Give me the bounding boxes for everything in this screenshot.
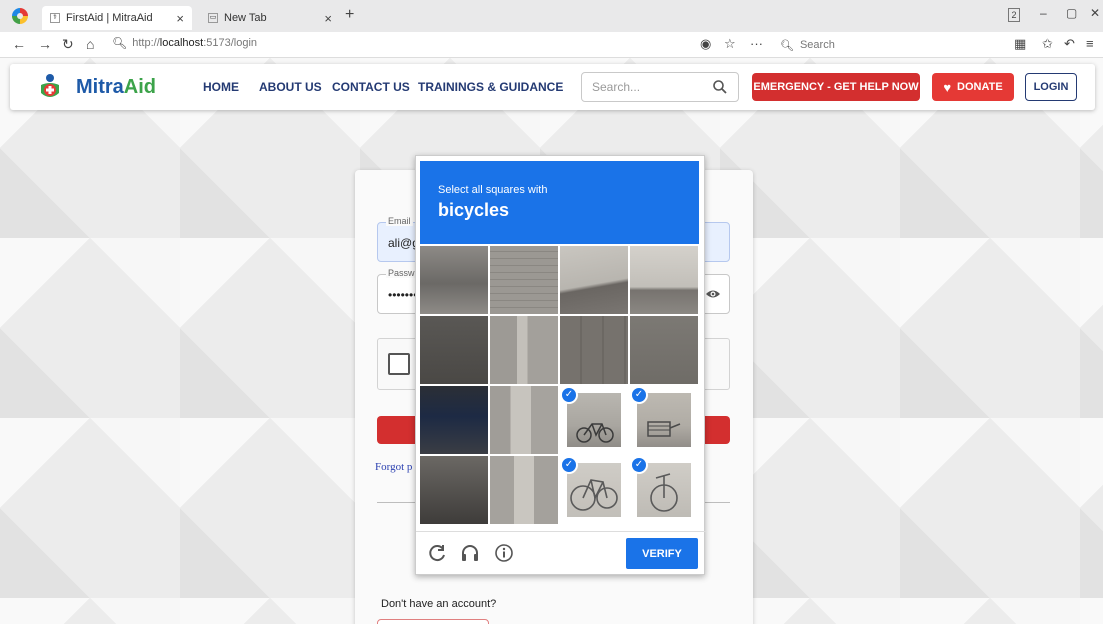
brand-name[interactable]: MitraAid bbox=[76, 75, 156, 99]
tab-close-icon[interactable]: × bbox=[176, 11, 184, 26]
register-button[interactable] bbox=[377, 619, 489, 624]
recaptcha-instruction: Select all squares with bbox=[438, 184, 548, 196]
nav-home[interactable]: HOME bbox=[203, 80, 239, 94]
url-protocol: http:// bbox=[132, 37, 160, 49]
tab-favicon-icon: ▭ bbox=[208, 13, 218, 23]
info-icon[interactable] bbox=[494, 543, 514, 563]
captcha-tile-selected[interactable]: ✓ bbox=[630, 386, 698, 454]
favorites-icon[interactable]: ✩ bbox=[1042, 36, 1053, 52]
bicycle-basket-icon bbox=[647, 421, 681, 437]
recaptcha-header: Select all squares with bicycles bbox=[420, 161, 699, 244]
window-count-badge[interactable]: 2 bbox=[1008, 8, 1020, 22]
menu-icon[interactable]: ≡ bbox=[1086, 36, 1094, 52]
captcha-tile-selected[interactable]: ✓ bbox=[630, 456, 698, 524]
selected-check-icon: ✓ bbox=[560, 386, 578, 404]
bicycle-icon bbox=[576, 423, 614, 443]
url-path: :5173/login bbox=[203, 37, 258, 49]
page-content: MitraAid HOME ABOUT US CONTACT US TRAINI… bbox=[0, 58, 1103, 624]
password-label: Passw bbox=[386, 268, 417, 278]
verify-label: VERIFY bbox=[642, 547, 682, 560]
close-window-icon[interactable]: ✕ bbox=[1090, 6, 1100, 20]
tab-mitraaid[interactable]: ⚕ FirstAid | MitraAid × bbox=[42, 6, 192, 30]
back-icon[interactable]: ← bbox=[12, 36, 26, 52]
home-icon[interactable]: ⌂ bbox=[86, 36, 94, 52]
site-search-input[interactable] bbox=[592, 79, 702, 95]
tab-close-icon[interactable]: × bbox=[324, 11, 332, 26]
captcha-tile-selected[interactable]: ✓ bbox=[560, 456, 628, 524]
browser-search-field[interactable]: 🔍︎ Search bbox=[780, 36, 990, 54]
captcha-tile[interactable] bbox=[420, 386, 488, 454]
captcha-tile[interactable] bbox=[420, 456, 488, 524]
recaptcha-footer: VERIFY bbox=[416, 531, 706, 576]
verify-button[interactable]: VERIFY bbox=[626, 538, 698, 569]
emergency-button[interactable]: EMERGENCY - GET HELP NOW bbox=[752, 73, 920, 101]
tracking-shield-icon[interactable]: ◉ bbox=[700, 36, 711, 52]
address-bar: ← → ↻ ⌂ 🔍︎ http://localhost:5173/login ◉… bbox=[0, 32, 1103, 58]
selected-check-icon: ✓ bbox=[630, 456, 648, 474]
bicycle-icon bbox=[650, 473, 678, 512]
tab-title: FirstAid | MitraAid bbox=[66, 12, 153, 24]
tab-new-tab[interactable]: ▭ New Tab × bbox=[200, 6, 340, 30]
recaptcha-target-object: bicycles bbox=[438, 200, 510, 220]
forgot-password-link[interactable]: Forgot p bbox=[375, 461, 412, 473]
bicycle-icon bbox=[570, 479, 618, 511]
nav-about-us[interactable]: ABOUT US bbox=[259, 80, 322, 94]
tab-favicon-icon: ⚕ bbox=[50, 13, 60, 23]
captcha-tile[interactable] bbox=[420, 246, 488, 314]
emergency-label: EMERGENCY - GET HELP NOW bbox=[753, 81, 919, 93]
minimize-icon[interactable]: – bbox=[1040, 6, 1047, 20]
url-search-icon: 🔍︎ bbox=[112, 36, 128, 50]
site-navbar: MitraAid HOME ABOUT US CONTACT US TRAINI… bbox=[10, 64, 1095, 110]
login-button[interactable]: LOGIN bbox=[1025, 73, 1077, 101]
site-search bbox=[581, 72, 739, 102]
brand-part-mitra: Mitra bbox=[76, 76, 124, 98]
captcha-tile[interactable] bbox=[560, 246, 628, 314]
restore-icon[interactable]: ▢ bbox=[1066, 6, 1077, 20]
heart-icon: ♥ bbox=[943, 79, 952, 95]
forward-icon[interactable]: → bbox=[38, 36, 52, 52]
captcha-tile[interactable] bbox=[490, 386, 558, 454]
captcha-tile[interactable] bbox=[560, 316, 628, 384]
selected-check-icon: ✓ bbox=[630, 386, 648, 404]
captcha-tile[interactable] bbox=[630, 246, 698, 314]
browser-search-placeholder: Search bbox=[799, 39, 835, 51]
brand-part-aid: Aid bbox=[123, 76, 157, 98]
search-icon[interactable] bbox=[712, 79, 728, 95]
bookmark-star-icon[interactable]: ☆ bbox=[724, 36, 736, 52]
browser-logo-icon[interactable] bbox=[12, 8, 28, 24]
recaptcha-checkbox[interactable] bbox=[388, 353, 410, 375]
nav-contact-us[interactable]: CONTACT US bbox=[332, 80, 410, 94]
selected-check-icon: ✓ bbox=[560, 456, 578, 474]
donate-button[interactable]: ♥ DONATE bbox=[932, 73, 1014, 101]
recaptcha-image-grid: ✓ ✓ ✓ ✓ bbox=[420, 246, 699, 526]
recaptcha-challenge: Select all squares with bicycles ✓ ✓ ✓ ✓… bbox=[415, 155, 706, 576]
captcha-tile[interactable] bbox=[490, 456, 558, 524]
mitraaid-logo-icon[interactable] bbox=[38, 73, 62, 101]
reload-icon[interactable] bbox=[428, 543, 448, 563]
extensions-grid-icon[interactable]: ▦ bbox=[1014, 36, 1026, 52]
history-back-icon[interactable]: ↶ bbox=[1064, 36, 1075, 52]
show-password-eye-icon[interactable] bbox=[705, 287, 721, 301]
captcha-tile[interactable] bbox=[490, 316, 558, 384]
nav-trainings-guidance[interactable]: TRAININGS & GUIDANCE bbox=[418, 80, 563, 94]
more-actions-icon[interactable]: ··· bbox=[750, 36, 763, 52]
captcha-tile-selected[interactable]: ✓ bbox=[560, 386, 628, 454]
reload-icon[interactable]: ↻ bbox=[62, 36, 74, 52]
url-host: localhost bbox=[159, 37, 204, 49]
audio-headphones-icon[interactable] bbox=[460, 543, 480, 563]
donate-label: DONATE bbox=[957, 81, 1003, 93]
login-label: LOGIN bbox=[1033, 81, 1069, 93]
no-account-text: Don't have an account? bbox=[381, 598, 497, 610]
tab-title: New Tab bbox=[224, 12, 267, 24]
captcha-tile[interactable] bbox=[420, 316, 488, 384]
captcha-tile[interactable] bbox=[490, 246, 558, 314]
email-label: Email bbox=[386, 216, 413, 226]
browser-tab-bar: ⚕ FirstAid | MitraAid × ▭ New Tab × + 2 … bbox=[0, 0, 1103, 32]
captcha-tile[interactable] bbox=[630, 316, 698, 384]
url-field[interactable]: 🔍︎ http://localhost:5173/login bbox=[112, 36, 257, 50]
search-icon: 🔍︎ bbox=[780, 39, 794, 52]
new-tab-button[interactable]: + bbox=[345, 6, 354, 24]
